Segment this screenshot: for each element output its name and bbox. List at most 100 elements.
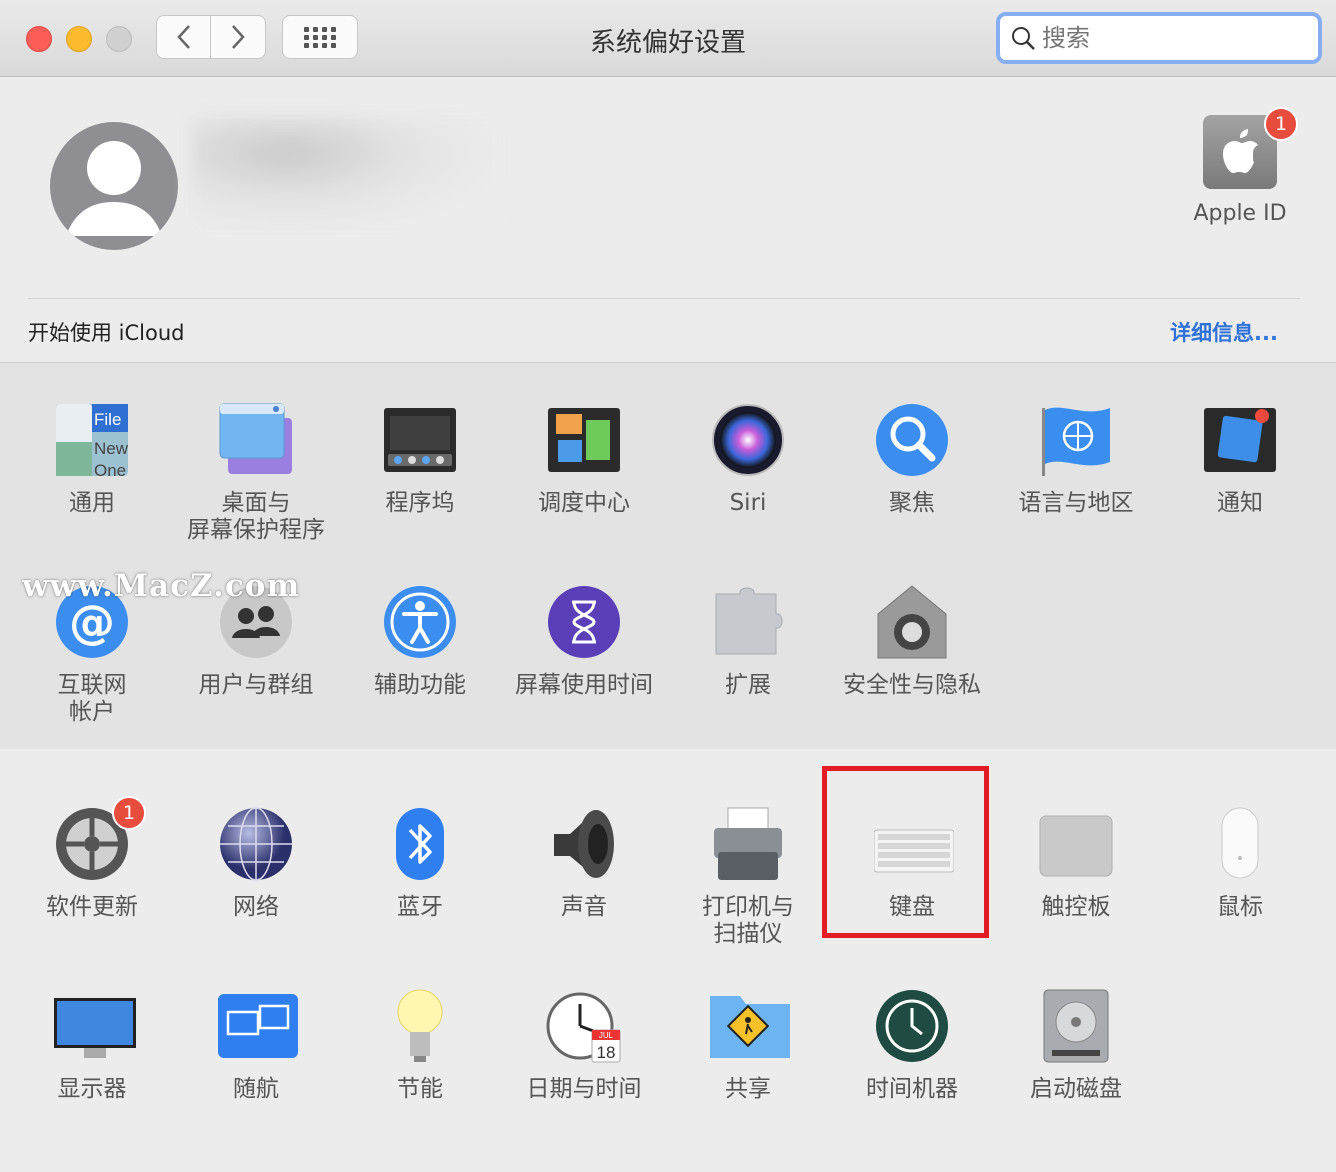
pane-label: 声音 (561, 894, 607, 920)
search-field[interactable] (996, 12, 1322, 64)
watermark: www.MacZ.com (22, 568, 301, 604)
pane-trackpad[interactable]: 触控板 (994, 806, 1158, 921)
pane-internet-accounts[interactable]: @ 互联网 帐户 (10, 584, 174, 726)
sidecar-icon (218, 988, 298, 1064)
pane-label: 随航 (233, 1076, 279, 1102)
icloud-prompt: 开始使用 iCloud (28, 321, 185, 345)
pane-label: 程序坞 (385, 490, 455, 516)
security-privacy-icon (874, 584, 950, 660)
account-divider (28, 298, 1300, 299)
mission-control-icon (546, 402, 622, 478)
pane-label: 通用 (69, 490, 115, 516)
pane-printers-scanners[interactable]: 打印机与 扫描仪 (666, 806, 830, 948)
pane-label: 屏幕使用时间 (515, 672, 653, 698)
pane-label: 节能 (397, 1076, 443, 1102)
person-silhouette-icon (66, 141, 162, 236)
general-icon-file: File (94, 410, 121, 429)
pane-notifications[interactable]: 通知 (1158, 402, 1322, 517)
pane-dock[interactable]: 程序坞 (338, 402, 502, 517)
software-update-icon: 1 (54, 796, 146, 882)
displays-icon (54, 988, 136, 1064)
siri-icon (710, 402, 786, 478)
language-region-icon (1038, 402, 1114, 478)
pane-label: 互联网 帐户 (57, 672, 127, 725)
pane-label: 语言与地区 (1018, 490, 1134, 516)
pane-siri[interactable]: Siri (666, 402, 830, 517)
date-time-icon: JUL 18 (546, 988, 622, 1064)
sharing-icon (710, 988, 790, 1064)
pane-general[interactable]: File New One 通用 (10, 402, 174, 517)
pane-accessibility[interactable]: 辅助功能 (338, 584, 502, 699)
keyboard-highlight-box (822, 766, 989, 938)
pane-screen-time[interactable]: 屏幕使用时间 (502, 584, 666, 699)
pane-mission-control[interactable]: 调度中心 (502, 402, 666, 517)
trackpad-icon (1038, 806, 1114, 882)
pane-label: 显示器 (57, 1076, 127, 1102)
extensions-icon (710, 584, 786, 660)
pane-startup-disk[interactable]: 启动磁盘 (994, 988, 1158, 1103)
notifications-icon (1202, 402, 1278, 478)
pane-label: 聚焦 (889, 490, 935, 516)
pane-software-update[interactable]: 1 软件更新 (10, 796, 174, 921)
pane-label: 启动磁盘 (1030, 1076, 1122, 1102)
pane-network[interactable]: 网络 (174, 806, 338, 921)
apple-id-pane[interactable]: 1 Apple ID (1190, 107, 1298, 226)
apple-id-label: Apple ID (1193, 201, 1287, 226)
pane-label: 扩展 (725, 672, 771, 698)
network-icon (218, 806, 294, 882)
pane-label: 软件更新 (46, 894, 138, 920)
startup-disk-icon (1038, 988, 1114, 1064)
pane-label: 时间机器 (866, 1076, 958, 1102)
pane-label: Siri (729, 490, 767, 516)
general-icon-one: One (94, 461, 126, 478)
pane-time-machine[interactable]: 时间机器 (830, 988, 994, 1103)
printers-scanners-icon (710, 806, 786, 882)
time-machine-icon (874, 988, 950, 1064)
blurred-user-name (190, 117, 510, 237)
pane-label: 触控板 (1041, 894, 1111, 920)
pane-language-region[interactable]: 语言与地区 (994, 402, 1158, 517)
user-avatar[interactable] (50, 122, 178, 250)
spotlight-icon (874, 402, 950, 478)
general-icon-new: New (94, 439, 129, 458)
apple-id-badge: 1 (1264, 107, 1298, 141)
pane-spotlight[interactable]: 聚焦 (830, 402, 994, 517)
desktop-screensaver-icon (218, 402, 294, 478)
pane-date-time[interactable]: JUL 18 日期与时间 (502, 988, 666, 1103)
dock-icon (382, 402, 458, 478)
pane-label: 共享 (725, 1076, 771, 1102)
pane-label: 鼠标 (1217, 894, 1263, 920)
pane-energy-saver[interactable]: 节能 (338, 988, 502, 1103)
title-bar: 系统偏好设置 (0, 0, 1336, 77)
pane-displays[interactable]: 显示器 (10, 988, 174, 1103)
pane-label: 调度中心 (538, 490, 630, 516)
screen-time-icon (546, 584, 622, 660)
date-icon-month: JUL (599, 1031, 614, 1040)
pane-sound[interactable]: 声音 (502, 806, 666, 921)
pane-label: 桌面与 屏幕保护程序 (187, 490, 325, 543)
pane-label: 日期与时间 (526, 1076, 642, 1102)
account-section: 1 Apple ID (0, 77, 1336, 362)
pane-security-privacy[interactable]: 安全性与隐私 (830, 584, 994, 699)
date-icon-day: 18 (597, 1043, 616, 1062)
pane-extensions[interactable]: 扩展 (666, 584, 830, 699)
pane-mouse[interactable]: 鼠标 (1158, 806, 1322, 921)
pane-label: 蓝牙 (397, 894, 443, 920)
pane-label: 安全性与隐私 (843, 672, 981, 698)
software-update-badge: 1 (112, 796, 146, 830)
pane-sharing[interactable]: 共享 (666, 988, 830, 1103)
energy-saver-icon (382, 988, 458, 1064)
details-link[interactable]: 详细信息... (1170, 317, 1278, 347)
search-input[interactable] (1040, 23, 1294, 53)
pane-label: 打印机与 扫描仪 (702, 894, 794, 947)
pane-sidecar[interactable]: 随航 (174, 988, 338, 1103)
bluetooth-icon (382, 806, 458, 882)
pane-label: 网络 (233, 894, 279, 920)
pane-label: 用户与群组 (198, 672, 314, 698)
general-icon: File New One (54, 402, 130, 480)
accessibility-icon (382, 584, 458, 660)
search-icon (1012, 27, 1035, 50)
pane-desktop-screensaver[interactable]: 桌面与 屏幕保护程序 (174, 402, 338, 544)
sound-icon (546, 806, 622, 882)
pane-bluetooth[interactable]: 蓝牙 (338, 806, 502, 921)
